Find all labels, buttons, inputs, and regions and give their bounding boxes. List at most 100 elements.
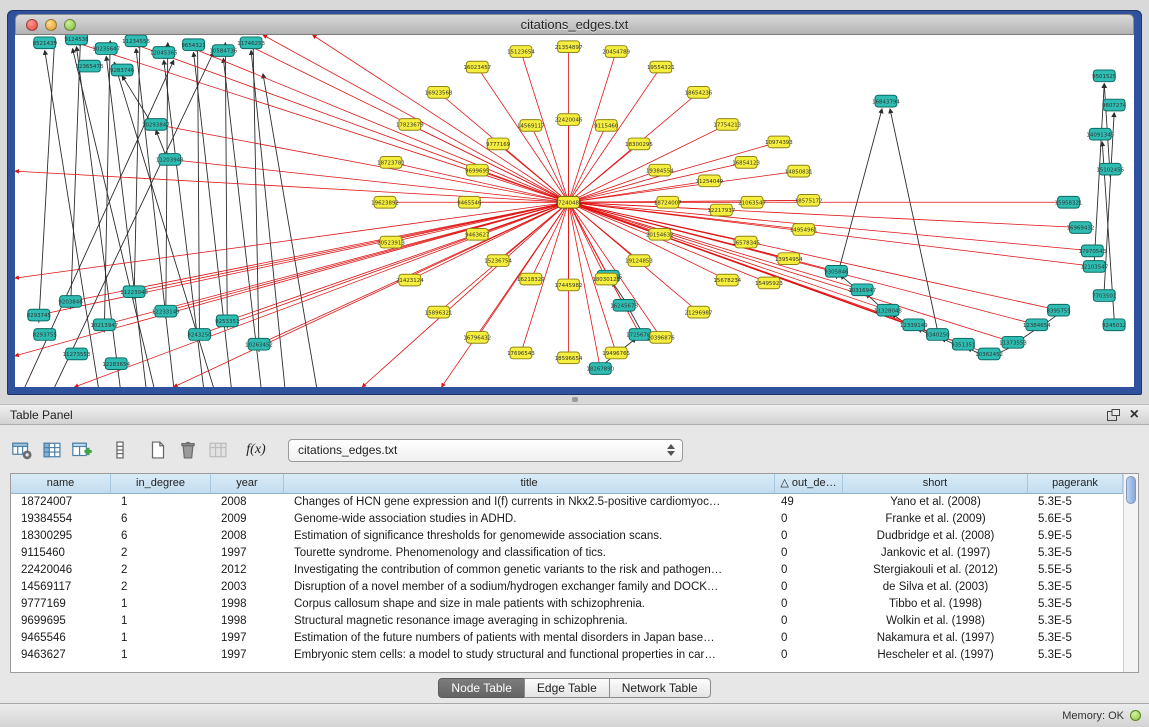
table-chooser-select[interactable]: citations_edges.txt <box>288 439 683 462</box>
graph-edge[interactable] <box>263 74 317 387</box>
table-cell[interactable]: Wolkin et al. (1998) <box>843 613 1028 630</box>
table-row[interactable]: 946362711997Embryonic stem cells: a mode… <box>11 647 1123 664</box>
table-cell[interactable]: 9777169 <box>11 596 111 613</box>
table-row[interactable]: 946554611997Estimation of the future num… <box>11 630 1123 647</box>
table-cell[interactable]: 22420046 <box>11 562 111 579</box>
table-cell[interactable]: 2008 <box>211 528 284 545</box>
graph-node[interactable]: 11203948 <box>156 154 184 166</box>
graph-node[interactable]: 15495923 <box>755 277 783 289</box>
graph-node[interactable]: 16245678 <box>610 299 638 311</box>
graph-node[interactable]: 16023457 <box>463 61 491 73</box>
table-cell[interactable]: 6 <box>111 528 211 545</box>
graph-node[interactable]: 18030125 <box>592 273 620 285</box>
graph-node[interactable]: 9305846 <box>824 265 849 277</box>
panel-divider[interactable] <box>0 395 1149 404</box>
graph-node[interactable]: 17970543 <box>1078 245 1106 257</box>
graph-node[interactable]: 19554321 <box>647 61 675 73</box>
table-cell[interactable]: 0 <box>775 579 843 596</box>
function-builder-icon[interactable]: f(x) <box>244 438 268 462</box>
graph-edge[interactable] <box>477 67 568 202</box>
graph-node[interactable]: 21354897 <box>555 41 583 53</box>
graph-node[interactable]: 10362452 <box>975 348 1003 360</box>
delete-table-icon[interactable] <box>176 438 200 462</box>
table-cell[interactable]: 18300295 <box>11 528 111 545</box>
table-cell[interactable]: Tourette syndrome. Phenomenology and cla… <box>284 545 775 562</box>
table-cell[interactable]: Tibbo et al. (1998) <box>843 596 1028 613</box>
graph-node[interactable]: 15102456 <box>1096 163 1124 175</box>
graph-node[interactable]: 10584736 <box>209 45 237 57</box>
table-cell[interactable]: 5.3E-5 <box>1028 579 1123 596</box>
graph-node[interactable]: 20523913 <box>377 236 405 248</box>
graph-node[interactable]: 9777169 <box>486 138 511 150</box>
table-cell[interactable]: Genome-wide association studies in ADHD. <box>284 511 775 528</box>
table-cell[interactable]: 1 <box>111 596 211 613</box>
table-cell[interactable]: 0 <box>775 647 843 664</box>
graph-node[interactable]: 14091345 <box>1086 128 1114 140</box>
close-panel-icon[interactable]: × <box>1130 408 1139 422</box>
table-cell[interactable]: 2 <box>111 579 211 596</box>
graph-node[interactable]: 20454789 <box>602 46 630 58</box>
table-scrollbar[interactable] <box>1123 474 1138 672</box>
graph-node[interactable]: 16969432 <box>1067 222 1095 234</box>
scrollbar-thumb[interactable] <box>1126 476 1136 504</box>
graph-node[interactable]: 22420046 <box>555 114 583 126</box>
table-cell[interactable]: Estimation of the future numbers of pati… <box>284 630 775 647</box>
graph-node[interactable]: 9463627 <box>465 229 489 241</box>
graph-edge[interactable] <box>569 67 661 202</box>
graph-node[interactable]: 19384554 <box>646 164 674 176</box>
table-cell[interactable]: 2012 <box>211 562 284 579</box>
table-row[interactable]: 977716911998Corpus callosum shape and si… <box>11 596 1123 613</box>
graph-node[interactable]: 8521435 <box>33 37 57 49</box>
graph-node[interactable]: 18723781 <box>377 157 405 169</box>
table-cell[interactable]: 5.5E-5 <box>1028 562 1123 579</box>
graph-node[interactable]: 21063547 <box>738 196 766 208</box>
table-cell[interactable]: Nakamura et al. (1997) <box>843 630 1028 647</box>
table-cell[interactable]: Embryonic stem cells: a model to study s… <box>284 647 775 664</box>
graph-node[interactable]: 12103547 <box>1080 261 1108 273</box>
table-cell[interactable]: 0 <box>775 596 843 613</box>
graph-node[interactable]: 8395755 <box>1046 304 1070 316</box>
graph-node[interactable]: 10316947 <box>848 284 876 296</box>
graph-node[interactable]: 15958321 <box>1055 196 1083 208</box>
table-cell[interactable]: Yano et al. (2008) <box>843 494 1028 511</box>
graph-node[interactable]: 19124853 <box>625 255 653 267</box>
graph-edge[interactable] <box>39 39 55 323</box>
table-cell[interactable]: 5.3E-5 <box>1028 596 1123 613</box>
table-cell[interactable]: 5.3E-5 <box>1028 545 1123 562</box>
graph-node[interactable]: 19496765 <box>602 347 630 359</box>
graph-node[interactable]: 11254049 <box>696 175 724 187</box>
table-cell[interactable]: Jankovic et al. (1997) <box>843 545 1028 562</box>
graph-node[interactable]: 18724007 <box>654 196 682 208</box>
graph-node[interactable]: 20154632 <box>646 229 674 241</box>
table-cell[interactable]: 5.9E-5 <box>1028 528 1123 545</box>
table-cell[interactable]: 9463627 <box>11 647 111 664</box>
graph-node[interactable]: 17696543 <box>507 347 535 359</box>
row-height-icon[interactable] <box>108 438 132 462</box>
graph-node[interactable]: 16796432 <box>463 332 491 344</box>
column-header-pagerank[interactable]: pagerank <box>1028 474 1123 494</box>
graph-edge[interactable] <box>174 202 569 387</box>
graph-node[interactable]: 12283654 <box>102 358 130 370</box>
table-cell[interactable]: 5.3E-5 <box>1028 647 1123 664</box>
table-row[interactable]: 1830029562008Estimation of significance … <box>11 528 1123 545</box>
graph-edge[interactable] <box>223 58 261 387</box>
graph-node[interactable]: 7703501 <box>1092 290 1116 302</box>
graph-node[interactable]: 9115460 <box>594 120 619 132</box>
table-cell[interactable]: 6 <box>111 511 211 528</box>
graph-node[interactable]: 19623892 <box>371 196 399 208</box>
table-cell[interactable]: 9699695 <box>11 613 111 630</box>
table-cell[interactable]: Franke et al. (2009) <box>843 511 1028 528</box>
graph-node[interactable]: 18267890 <box>586 363 614 375</box>
float-panel-icon[interactable] <box>1107 409 1120 421</box>
graph-node[interactable]: 9501525 <box>1092 70 1116 82</box>
graph-edge[interactable] <box>136 45 569 203</box>
table-cell[interactable]: 0 <box>775 511 843 528</box>
graph-node[interactable]: 12045365 <box>150 47 178 59</box>
graph-node[interactable]: 8293745 <box>27 309 51 321</box>
graph-node[interactable]: 10213947 <box>90 319 118 331</box>
graph-edge[interactable] <box>75 202 569 387</box>
graph-node[interactable]: 10235647 <box>92 43 120 55</box>
table-cell[interactable]: 5.3E-5 <box>1028 494 1123 511</box>
graph-node[interactable]: 16218329 <box>517 273 545 285</box>
new-table-icon[interactable] <box>146 438 170 462</box>
